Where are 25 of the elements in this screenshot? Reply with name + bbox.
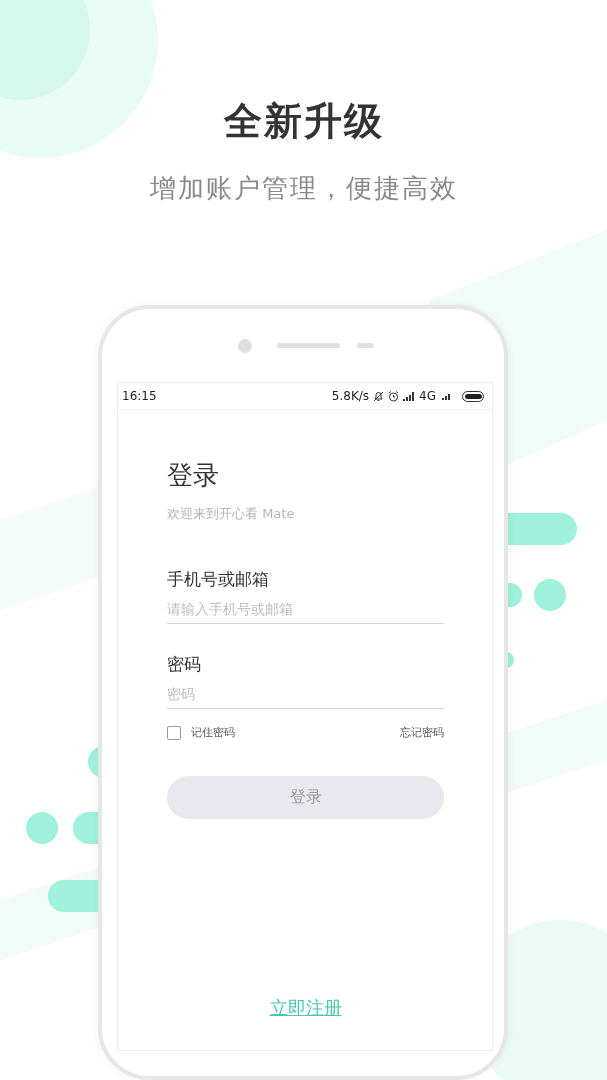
speaker-icon: [277, 343, 340, 348]
forgot-password-link[interactable]: 忘记密码: [400, 725, 444, 740]
sensor-icon: [357, 343, 374, 348]
field-label: 手机号或邮箱: [167, 568, 270, 591]
network-speed: 5.8K/s: [331, 389, 370, 403]
camera-icon: [238, 338, 252, 353]
input-field[interactable]: 密码: [167, 686, 444, 709]
field-label: 密码: [167, 653, 202, 676]
decoration-dot: [534, 579, 566, 611]
register-link[interactable]: 立即注册: [269, 996, 342, 1020]
login-title: 登录: [167, 459, 220, 492]
bell-off-icon: [373, 390, 385, 402]
network-type: 4G: [419, 389, 436, 403]
decoration-dot: [26, 812, 58, 844]
remember-label: 记住密码: [191, 725, 235, 740]
status-time: 16:15: [122, 389, 157, 403]
alarm-icon: [388, 390, 400, 402]
welcome-text: 欢迎来到开心看 Mate: [167, 505, 296, 523]
input-field[interactable]: 请输入手机号或邮箱: [167, 601, 444, 624]
signal-icon: [403, 391, 416, 401]
remember-checkbox[interactable]: [167, 725, 181, 740]
subheadline: 增加账户管理，便捷高效: [148, 172, 459, 205]
signal-icon: [440, 392, 450, 400]
headline: 全新升级: [222, 98, 385, 144]
battery-icon: [462, 390, 486, 402]
